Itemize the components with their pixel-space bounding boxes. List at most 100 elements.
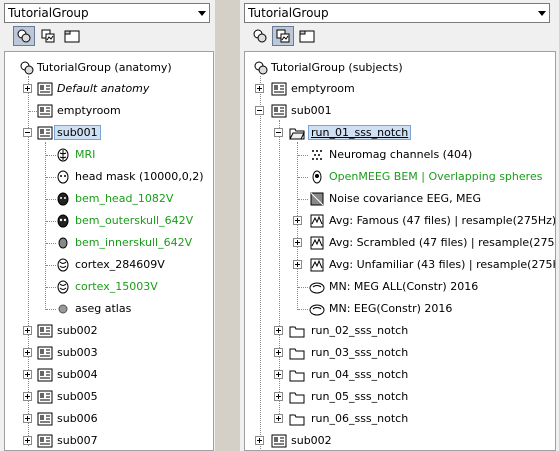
tree-node[interactable]: head mask (10000,0,2) — [5, 167, 205, 187]
protocol-combo[interactable]: TutorialGroup — [244, 3, 550, 23]
tree-node-label: sub006 — [57, 412, 98, 425]
tree-node-label: run_04_sss_notch — [311, 368, 409, 381]
expand-toggle[interactable] — [293, 216, 302, 225]
expand-toggle[interactable] — [255, 436, 264, 445]
tree-line — [298, 287, 308, 288]
expand-toggle[interactable] — [274, 326, 283, 335]
expand-toggle[interactable] — [23, 392, 32, 401]
tree-node-label: run_03_sss_notch — [311, 346, 409, 359]
expand-toggle[interactable] — [293, 260, 302, 269]
cortex-icon — [55, 279, 71, 295]
expand-toggle[interactable] — [23, 348, 32, 357]
folder-icon — [289, 389, 305, 405]
collapse-toggle[interactable] — [274, 128, 283, 137]
functional-subjects-view-button[interactable] — [37, 26, 59, 46]
folder-icon — [289, 367, 305, 383]
expand-toggle[interactable] — [23, 370, 32, 379]
tree-node[interactable]: MRI — [5, 145, 205, 165]
tree-node[interactable]: run_02_sss_notch — [245, 321, 545, 341]
protocol-combo-value: TutorialGroup — [248, 6, 329, 20]
average-icon — [309, 213, 325, 229]
headmodel-icon — [309, 169, 325, 185]
expand-toggle[interactable] — [23, 326, 32, 335]
tree-node[interactable]: sub004 — [5, 365, 205, 385]
expand-toggle[interactable] — [23, 436, 32, 445]
tree-node[interactable]: aseg atlas — [5, 299, 205, 319]
tree-node-label: sub004 — [57, 368, 98, 381]
tree-node-label: Default anatomy — [57, 82, 150, 95]
tree-node[interactable]: sub005 — [5, 387, 205, 407]
tree-node[interactable]: sub002 — [5, 321, 205, 341]
tree-node[interactable]: run_01_sss_notch — [245, 123, 545, 143]
expand-toggle[interactable] — [293, 238, 302, 247]
conditions-view-icon — [64, 30, 80, 43]
tree-node[interactable]: cortex_15003V — [5, 277, 205, 297]
subject-icon — [271, 103, 287, 119]
panel-separator — [215, 0, 240, 451]
tree-node-label: run_02_sss_notch — [311, 324, 409, 337]
collapse-toggle[interactable] — [23, 128, 32, 137]
tree-node-label: cortex_15003V — [75, 280, 158, 293]
tree-node[interactable]: OpenMEEG BEM | Overlapping spheres — [245, 167, 545, 187]
tree-node[interactable]: sub006 — [5, 409, 205, 429]
expand-toggle[interactable] — [274, 370, 283, 379]
tree-node-label: Avg: Scrambled (47 files) | resample(275… — [329, 236, 556, 249]
atlas-icon — [55, 301, 71, 317]
tree-node[interactable]: emptyroom — [245, 79, 545, 99]
outer-skull-icon — [55, 213, 71, 229]
anatomy-view-button[interactable] — [249, 26, 271, 46]
expand-toggle[interactable] — [274, 348, 283, 357]
tree-node-label: sub002 — [57, 324, 98, 337]
subject-icon — [37, 411, 53, 427]
conditions-view-icon — [299, 30, 315, 43]
tree-node[interactable]: sub001 — [245, 101, 545, 121]
tree-node[interactable]: bem_head_1082V — [5, 189, 205, 209]
tree-line — [298, 177, 308, 178]
tree-node[interactable]: cortex_284609V — [5, 255, 205, 275]
folder-icon — [289, 345, 305, 361]
subjects-root-icon — [253, 60, 269, 76]
tree-node[interactable]: Avg: Scrambled (47 files) | resample(275… — [245, 233, 555, 253]
tree-node[interactable]: run_03_sss_notch — [245, 343, 545, 363]
anatomy-view-button[interactable] — [13, 26, 35, 46]
tree-node[interactable]: bem_innerskull_642V — [5, 233, 205, 253]
subject-icon — [37, 103, 53, 119]
tree-node[interactable]: bem_outerskull_642V — [5, 211, 205, 231]
brain-mri-icon — [55, 147, 71, 163]
expand-toggle[interactable] — [274, 392, 283, 401]
tree-node[interactable]: sub007 — [5, 431, 205, 450]
tree-node[interactable]: Avg: Famous (47 files) | resample(275Hz) — [245, 211, 555, 231]
tree-node-label-selected: run_01_sss_notch — [308, 125, 412, 140]
tree-node[interactable]: MN: MEG ALL(Constr) 2016 — [245, 277, 545, 297]
anatomy-panel: TutorialGroup TutorialGroup (anatomy) De… — [0, 0, 215, 451]
functional-conditions-view-button[interactable] — [296, 26, 318, 46]
tree-node[interactable]: run_05_sss_notch — [245, 387, 545, 407]
channels-icon — [309, 147, 325, 163]
tree-node-label: MRI — [75, 148, 96, 161]
tree-node[interactable]: run_06_sss_notch — [245, 409, 545, 429]
expand-toggle[interactable] — [274, 414, 283, 423]
expand-toggle[interactable] — [23, 414, 32, 423]
tree-node[interactable]: run_04_sss_notch — [245, 365, 545, 385]
subject-icon — [271, 433, 287, 449]
tree-node[interactable]: Default anatomy — [5, 79, 205, 99]
tree-node[interactable]: sub001 — [5, 123, 205, 143]
folder-open-icon — [289, 125, 305, 141]
tree-node[interactable]: Neuromag channels (404) — [245, 145, 545, 165]
tree-line — [298, 155, 308, 156]
expand-toggle[interactable] — [255, 84, 264, 93]
tree-node[interactable]: Noise covariance EEG, MEG — [245, 189, 545, 209]
tree-node[interactable]: sub003 — [5, 343, 205, 363]
tree-node-label: head mask (10000,0,2) — [75, 170, 204, 183]
tree-node[interactable]: sub002 — [245, 431, 545, 450]
functional-subjects-view-button[interactable] — [272, 26, 294, 46]
protocol-combo[interactable]: TutorialGroup — [4, 3, 210, 23]
collapse-toggle[interactable] — [255, 106, 264, 115]
tree-node[interactable]: emptyroom — [5, 101, 205, 121]
chevron-down-icon — [538, 11, 546, 16]
tree-node-label: Neuromag channels (404) — [329, 148, 473, 161]
expand-toggle[interactable] — [23, 84, 32, 93]
functional-conditions-view-button[interactable] — [61, 26, 83, 46]
tree-node[interactable]: Avg: Unfamiliar (43 files) | resample(27… — [245, 255, 555, 275]
tree-node[interactable]: MN: EEG(Constr) 2016 — [245, 299, 545, 319]
